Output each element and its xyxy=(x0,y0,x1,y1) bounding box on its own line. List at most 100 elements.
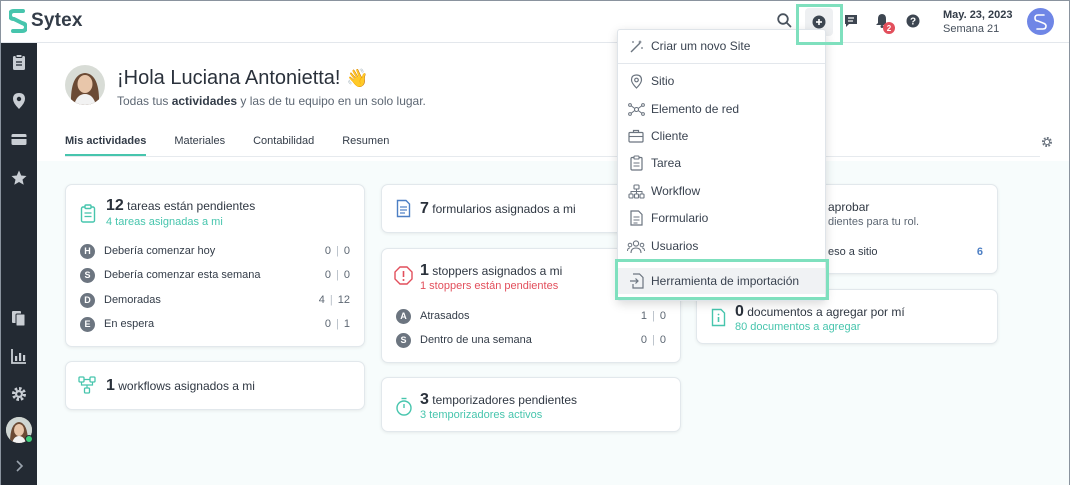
import-tool-highlight xyxy=(615,259,829,300)
online-status-dot xyxy=(25,435,33,443)
tasks-card[interactable]: 12 tareas están pendientes 4 tareas asig… xyxy=(65,184,365,347)
menu-item-cliente[interactable]: Cliente xyxy=(618,123,825,149)
help-icon[interactable]: ? xyxy=(906,14,920,28)
stoppers-row[interactable]: S Dentro de una semana 0 | 0 xyxy=(396,331,666,349)
documents-icon[interactable] xyxy=(10,309,28,327)
map-pin-icon[interactable] xyxy=(10,92,28,110)
forms-title-text: formularios asignados a mi xyxy=(432,202,576,216)
greeting-subtitle-bold: actividades xyxy=(171,94,238,108)
row-label: eso a sitio xyxy=(828,246,878,258)
search-icon[interactable] xyxy=(777,13,792,28)
user-menu-avatar[interactable] xyxy=(1027,8,1054,35)
tasks-row[interactable]: S Debería comenzar esta semana 0 | 0 xyxy=(80,266,350,284)
workflow-icon xyxy=(627,183,645,199)
chart-icon[interactable] xyxy=(10,347,28,365)
workflows-card[interactable]: 1 workflows asignados a mi xyxy=(65,361,365,410)
clipboard-icon[interactable] xyxy=(10,53,28,71)
chat-icon[interactable] xyxy=(844,14,858,28)
main-content: ¡Hola Luciana Antonietta! 👋 Todas tus ac… xyxy=(37,43,1069,485)
row-badge: E xyxy=(80,316,95,332)
documents-card-subtitle[interactable]: 80 documentos a agregar xyxy=(735,321,860,333)
approve-card-subtitle: dientes para tu rol. xyxy=(828,216,920,228)
row-value-mine: 0 xyxy=(324,318,332,330)
row-value-mine: 0 xyxy=(324,269,332,281)
workflow-icon xyxy=(78,376,96,394)
tab-materiales[interactable]: Materiales xyxy=(174,135,225,156)
row-badge: H xyxy=(80,243,95,259)
tasks-row[interactable]: E En espera 0 | 1 xyxy=(80,315,350,333)
timers-card[interactable]: 3 temporizadores pendientes 3 temporizad… xyxy=(381,377,681,432)
network-icon xyxy=(627,102,645,117)
menu-item-formulario[interactable]: Formulario xyxy=(618,205,825,231)
timers-count: 3 xyxy=(420,391,429,408)
row-separator: | xyxy=(336,318,339,330)
stoppers-card-subtitle[interactable]: 1 stoppers están pendientes xyxy=(420,280,558,292)
tasks-row[interactable]: H Debería comenzar hoy 0 | 0 xyxy=(80,242,350,260)
row-label: Demoradas xyxy=(104,294,161,306)
row-badge: A xyxy=(396,308,411,324)
row-badge: D xyxy=(80,292,95,308)
chevron-right-icon[interactable] xyxy=(10,457,28,475)
sytex-logo-icon xyxy=(9,9,27,33)
row-separator: | xyxy=(652,334,655,346)
tasks-count: 12 xyxy=(106,197,124,214)
tasks-card-subtitle[interactable]: 4 tareas asignadas a mi xyxy=(106,216,223,228)
row-separator: | xyxy=(336,269,339,281)
notification-count-badge: 2 xyxy=(883,22,895,34)
clipboard-icon xyxy=(627,155,645,171)
menu-divider xyxy=(618,63,825,64)
menu-item-label: Sitio xyxy=(651,74,675,88)
user-photo xyxy=(65,65,105,105)
briefcase-icon xyxy=(627,129,645,143)
wallet-icon[interactable] xyxy=(10,130,28,148)
gear-icon[interactable] xyxy=(10,385,28,403)
document-info-icon xyxy=(711,308,726,327)
tab-mis-actividades[interactable]: Mis actividades xyxy=(65,135,147,156)
sytex-logo[interactable]: Sytex xyxy=(9,9,83,33)
row-value-team: 0 xyxy=(659,334,666,346)
menu-item-label: Usuarios xyxy=(651,239,699,253)
approve-row[interactable]: eso a sitio 6 xyxy=(828,243,983,261)
settings-gear-icon[interactable] xyxy=(1041,136,1053,148)
menu-item-sitio[interactable]: Sitio xyxy=(618,68,825,94)
users-icon xyxy=(627,239,645,254)
row-label: Debería comenzar esta semana xyxy=(104,269,261,281)
menu-item-label: Workflow xyxy=(651,184,701,198)
row-value-mine: 0 xyxy=(324,245,332,257)
waving-hand-icon: 👋 xyxy=(346,68,369,88)
documents-title-text: documentos a agregar por mí xyxy=(747,305,905,319)
forms-count: 7 xyxy=(420,200,429,217)
app-name: Sytex xyxy=(31,10,83,31)
warning-octagon-icon xyxy=(394,266,413,285)
timers-card-subtitle[interactable]: 3 temporizadores activos xyxy=(420,409,542,421)
stopwatch-icon xyxy=(396,397,412,416)
row-value-team: 0 xyxy=(343,245,350,257)
greeting-avatar xyxy=(65,65,105,105)
app-window: Sytex 2 ? May. 23, 2023 Semana 21 ¡Hola … xyxy=(0,0,1070,485)
tab-resumen[interactable]: Resumen xyxy=(342,135,389,156)
menu-item-usuarios[interactable]: Usuarios xyxy=(618,233,825,259)
greeting-subtitle-prefix: Todas tus xyxy=(117,94,172,108)
stoppers-count: 1 xyxy=(420,262,429,279)
stoppers-card-title: 1 stoppers asignados a mi xyxy=(420,262,562,280)
create-button-highlight xyxy=(796,4,843,45)
row-value-team: 1 xyxy=(343,318,350,330)
workflows-title-text: workflows asignados a mi xyxy=(118,379,255,393)
stoppers-row[interactable]: A Atrasados 1 | 0 xyxy=(396,307,666,325)
row-badge: S xyxy=(396,332,411,348)
tab-contabilidad[interactable]: Contabilidad xyxy=(253,135,314,156)
row-value-mine: 4 xyxy=(318,294,325,306)
tasks-row[interactable]: D Demoradas 4 | 12 xyxy=(80,291,350,309)
tabs-divider xyxy=(65,156,1040,157)
current-week: Semana 21 xyxy=(943,23,1000,35)
menu-item-workflow[interactable]: Workflow xyxy=(618,178,825,204)
timers-card-title: 3 temporizadores pendientes xyxy=(420,391,577,409)
menu-item-elemento-de-red[interactable]: Elemento de red xyxy=(618,96,825,122)
tasks-card-title: 12 tareas están pendientes xyxy=(106,197,255,215)
menu-item-create-site[interactable]: Criar um novo Site xyxy=(618,33,825,59)
documents-count: 0 xyxy=(735,303,744,320)
stoppers-title-text: stoppers asignados a mi xyxy=(432,264,563,278)
row-separator: | xyxy=(329,294,333,306)
menu-item-tarea[interactable]: Tarea xyxy=(618,150,825,176)
star-icon[interactable] xyxy=(10,169,28,187)
